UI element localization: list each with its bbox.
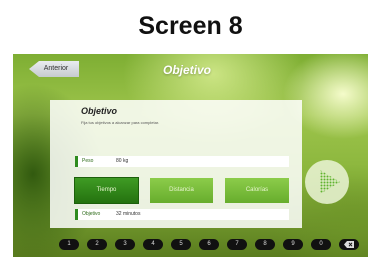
weight-value: 80 kg [116, 158, 129, 164]
app-window: Anterior Objetivo Objetivo Fija tus obje… [13, 54, 368, 257]
key-7[interactable]: 7 [227, 239, 247, 250]
key-1[interactable]: 1 [59, 239, 79, 250]
top-bar: Anterior Objetivo [13, 54, 368, 88]
key-5[interactable]: 5 [171, 239, 191, 250]
numeric-keypad: 1 2 3 4 5 6 7 8 9 0 [13, 236, 368, 254]
key-2[interactable]: 2 [87, 239, 107, 250]
panel-subtitle: Fija tus objetivos a alcanzar para compl… [81, 120, 160, 125]
back-button[interactable]: Anterior [29, 61, 79, 77]
objective-label: Objetivo [82, 211, 101, 217]
panel-heading: Objetivo [81, 106, 118, 116]
screen-title: Screen 8 [138, 12, 243, 40]
objective-field[interactable]: Objetivo 32 minutos [75, 209, 289, 220]
tab-calorias[interactable]: Calorías [225, 178, 289, 203]
backspace-icon [344, 241, 354, 248]
key-0[interactable]: 0 [311, 239, 331, 250]
key-8[interactable]: 8 [255, 239, 275, 250]
key-4[interactable]: 4 [143, 239, 163, 250]
backspace-key[interactable] [339, 239, 359, 250]
objective-value: 32 minutos [116, 211, 141, 217]
weight-label: Peso [82, 158, 94, 164]
key-6[interactable]: 6 [199, 239, 219, 250]
tab-tiempo[interactable]: Tiempo [75, 178, 138, 203]
key-9[interactable]: 9 [283, 239, 303, 250]
page-title: Objetivo [163, 63, 212, 77]
play-icon [320, 170, 340, 194]
weight-field[interactable]: Peso 80 kg [75, 156, 289, 167]
key-3[interactable]: 3 [115, 239, 135, 250]
tab-distancia[interactable]: Distancia [150, 178, 213, 203]
start-button[interactable] [305, 160, 349, 204]
